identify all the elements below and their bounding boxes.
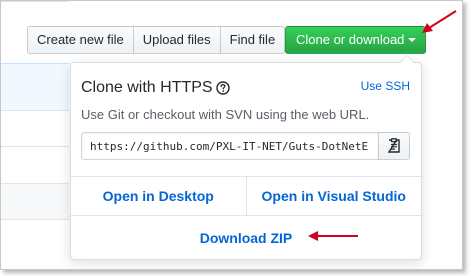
clone-url-group [81, 132, 411, 160]
file-list-row [1, 146, 69, 183]
clone-or-download-label: Clone or download [296, 32, 405, 47]
download-zip-link[interactable]: Download ZIP [71, 216, 421, 260]
file-list-row [1, 219, 69, 269]
find-file-button[interactable]: Find file [219, 26, 286, 54]
clipboard-icon [387, 138, 400, 153]
screenshot-frame: Create new file Upload files Find file C… [0, 0, 463, 270]
open-in-visual-studio-link[interactable]: Open in Visual Studio [245, 177, 422, 215]
open-in-desktop-link[interactable]: Open in Desktop [71, 177, 246, 215]
clone-title: Clone with HTTPS [81, 79, 213, 96]
clone-url-input[interactable] [81, 132, 379, 160]
create-new-file-button[interactable]: Create new file [27, 26, 134, 54]
use-ssh-link[interactable]: Use SSH [361, 79, 410, 93]
red-arrow-icon [422, 10, 457, 33]
clone-dropdown: Clone with HTTPS Use SSH Use Git or chec… [70, 55, 422, 260]
triangle-down-icon [408, 37, 417, 42]
open-options-row: Open in Desktop Open in Visual Studio [71, 176, 421, 216]
file-actions-group: Create new file Upload files Find file [27, 26, 286, 54]
red-arrow-icon [308, 231, 358, 241]
file-list-row [1, 110, 69, 146]
file-list-commit-band [1, 63, 69, 110]
upload-files-button[interactable]: Upload files [132, 26, 221, 54]
copy-url-button[interactable] [378, 132, 410, 160]
clone-subtitle: Use Git or checkout with SVN using the w… [81, 107, 370, 122]
file-list-row [1, 183, 69, 219]
question-circle-icon[interactable] [216, 81, 230, 95]
